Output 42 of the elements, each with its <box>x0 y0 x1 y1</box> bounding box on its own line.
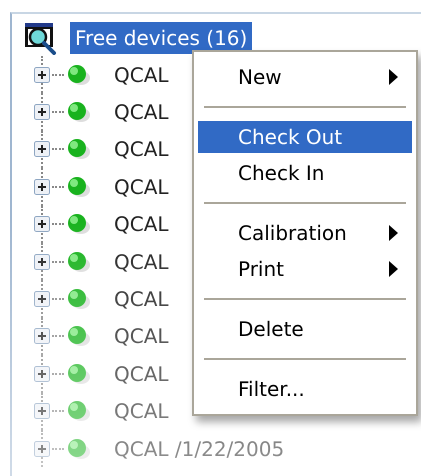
device-label[interactable]: QCAL <box>114 137 169 162</box>
expand-icon[interactable] <box>34 66 50 83</box>
status-ball-icon <box>66 436 92 461</box>
status-ball-icon <box>66 399 92 424</box>
status-ball-icon <box>66 137 92 162</box>
device-label[interactable]: QCAL <box>114 62 169 87</box>
device-search-icon <box>24 20 58 54</box>
device-label[interactable]: QCAL <box>114 324 169 348</box>
device-label[interactable]: QCAL <box>114 174 169 199</box>
status-ball-icon <box>66 287 92 312</box>
status-ball-icon <box>66 324 92 348</box>
menu-item[interactable]: Check Out <box>198 121 412 153</box>
menu-item[interactable]: Calibration <box>198 217 412 249</box>
expand-icon[interactable] <box>34 291 50 308</box>
status-ball-icon <box>66 62 92 87</box>
status-ball-icon <box>66 174 92 199</box>
submenu-arrow-icon <box>389 225 398 241</box>
submenu-arrow-icon <box>389 69 398 85</box>
submenu-arrow-icon <box>389 261 398 277</box>
status-ball-icon <box>66 212 92 236</box>
expand-icon[interactable] <box>34 104 50 120</box>
device-label[interactable]: QCAL <box>114 100 169 124</box>
menu-item[interactable]: New <box>198 61 412 93</box>
device-label[interactable]: QCAL <box>114 362 169 386</box>
device-label[interactable]: QCAL <box>114 250 169 274</box>
expand-icon[interactable] <box>34 141 50 158</box>
menu-item[interactable]: Delete <box>198 313 412 345</box>
status-ball-icon <box>66 250 92 274</box>
expand-icon[interactable] <box>34 328 50 344</box>
status-ball-icon <box>66 362 92 386</box>
menu-item[interactable]: Check In <box>198 157 412 189</box>
device-label[interactable]: QCAL <box>114 212 169 236</box>
status-ball-icon <box>66 100 92 124</box>
device-label[interactable]: QCAL <box>114 399 169 424</box>
expand-icon[interactable] <box>34 216 50 232</box>
tree-root-label[interactable]: Free devices (16) <box>70 22 252 54</box>
expand-icon[interactable] <box>34 178 50 195</box>
device-label[interactable]: QCAL /1/22/2005 <box>114 436 284 461</box>
device-label[interactable]: QCAL <box>114 287 169 312</box>
menu-item[interactable]: Filter... <box>198 373 412 405</box>
expand-icon[interactable] <box>34 254 50 270</box>
menu-item[interactable]: Print <box>198 253 412 285</box>
